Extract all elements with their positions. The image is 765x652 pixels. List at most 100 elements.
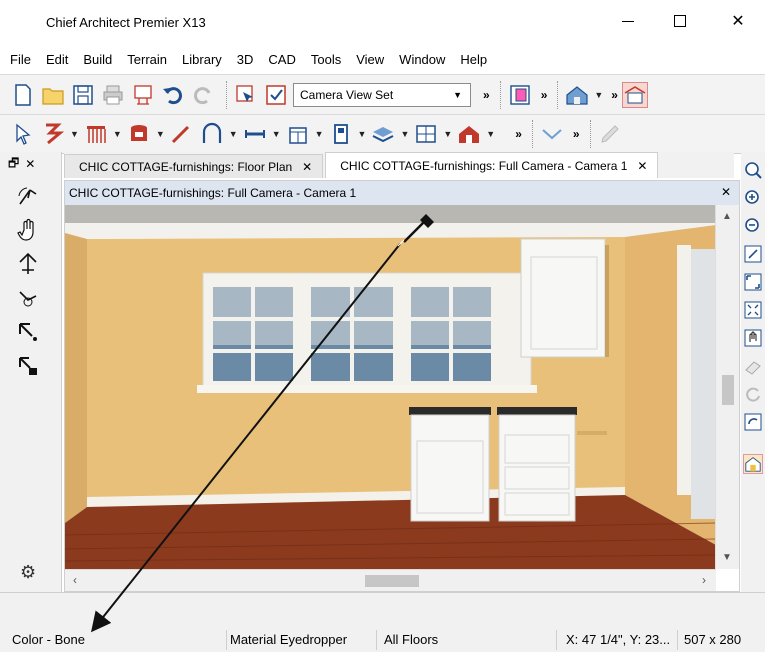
close-window-button[interactable]: ✕ — [718, 8, 758, 34]
scroll-thumb[interactable] — [365, 575, 419, 587]
undo-icon[interactable] — [160, 82, 186, 108]
tab-floor-plan[interactable]: CHIC COTTAGE-furnishings: Floor Plan ✕ — [64, 154, 324, 178]
menu-library[interactable]: Library — [182, 52, 222, 67]
toolbar-overflow-icon[interactable]: » — [611, 88, 618, 102]
door-frame — [677, 245, 691, 495]
menu-cad[interactable]: CAD — [268, 52, 295, 67]
base-cabinet-right — [498, 414, 576, 522]
tab-close-icon[interactable]: ✕ — [302, 160, 312, 174]
cabinet-icon[interactable] — [285, 121, 311, 147]
walkthrough-icon[interactable] — [14, 318, 42, 346]
railing-tool-icon[interactable] — [83, 121, 109, 147]
chevron-down-icon[interactable]: ▼ — [272, 129, 281, 139]
record-walkthrough-icon[interactable] — [14, 352, 42, 380]
chevron-down-icon[interactable]: ▼ — [358, 129, 367, 139]
save-icon[interactable] — [70, 82, 96, 108]
chevron-down-icon[interactable]: ▼ — [443, 129, 452, 139]
chevron-down-icon[interactable]: ▼ — [594, 90, 603, 100]
chevron-down-icon[interactable]: ▼ — [113, 129, 122, 139]
reference-display-icon[interactable] — [743, 454, 763, 474]
house-material-icon[interactable] — [456, 121, 482, 147]
select-objects-icon[interactable] — [233, 82, 259, 108]
undo-zoom-icon[interactable] — [743, 244, 763, 264]
tab-close-icon[interactable]: ✕ — [637, 159, 647, 173]
pan-hand-icon[interactable] — [14, 216, 42, 244]
chevron-down-icon[interactable]: ▼ — [315, 129, 324, 139]
fill-window-building-icon[interactable] — [743, 300, 763, 320]
scroll-right-icon[interactable]: › — [702, 573, 706, 587]
scroll-down-icon[interactable]: ▼ — [722, 552, 732, 563]
menu-help[interactable]: Help — [460, 52, 487, 67]
pointer-icon[interactable] — [10, 121, 36, 147]
camera-view-set-select[interactable]: Camera View Set ▼ — [293, 82, 471, 107]
toolbar-overflow-icon[interactable]: » — [573, 127, 580, 141]
checkbox-tool-icon[interactable] — [263, 82, 289, 108]
horizontal-scrollbar[interactable]: ‹ › — [65, 569, 716, 591]
zoom-icon[interactable] — [743, 160, 763, 180]
minimize-icon — [622, 20, 634, 22]
move-camera-icon[interactable] — [14, 250, 42, 278]
minimize-button[interactable] — [608, 8, 648, 34]
vertical-scrollbar[interactable]: ▲ ▼ — [715, 205, 739, 569]
tool-palette: 🗗 ✕ ⚙ — [0, 152, 62, 592]
chevron-down-icon[interactable]: ▼ — [400, 129, 409, 139]
fill-window-icon[interactable] — [743, 272, 763, 292]
toolbar-overflow-icon[interactable]: » — [515, 127, 522, 141]
close-icon[interactable]: ✕ — [25, 157, 35, 171]
menu-window[interactable]: Window — [399, 52, 445, 67]
gear-icon[interactable]: ⚙ — [20, 562, 36, 583]
scroll-left-icon[interactable]: ‹ — [73, 573, 77, 587]
window-tool-icon[interactable] — [413, 121, 439, 147]
menu-file[interactable]: File — [10, 52, 31, 67]
roof-layers-icon[interactable] — [370, 121, 396, 147]
chevron-down-icon[interactable]: ▼ — [486, 129, 495, 139]
stairs-icon[interactable] — [169, 121, 195, 147]
scroll-thumb[interactable] — [722, 375, 734, 405]
menu-edit[interactable]: Edit — [46, 52, 68, 67]
document-tabs: CHIC COTTAGE-furnishings: Floor Plan ✕ C… — [64, 152, 734, 178]
arch-door-icon[interactable] — [199, 121, 225, 147]
maximize-button[interactable] — [660, 8, 700, 34]
print-preview-icon[interactable] — [130, 82, 156, 108]
menu-build[interactable]: Build — [83, 52, 112, 67]
new-file-icon[interactable] — [10, 82, 36, 108]
chevron-down-icon[interactable]: ▼ — [70, 129, 79, 139]
menu-3d[interactable]: 3D — [237, 52, 254, 67]
pin-icon[interactable]: 🗗 — [8, 154, 19, 175]
toolbar-overflow-icon[interactable]: » — [483, 88, 490, 102]
zoom-in-icon[interactable] — [743, 188, 763, 208]
pan-window-icon[interactable] — [743, 328, 763, 348]
scroll-up-icon[interactable]: ▲ — [722, 211, 732, 222]
3d-viewport[interactable] — [65, 205, 716, 569]
cabinet-barrel-icon[interactable] — [126, 121, 152, 147]
open-folder-icon[interactable] — [40, 82, 66, 108]
tilt-camera-icon[interactable] — [14, 284, 42, 312]
status-view-size: 507 x 280 — [684, 632, 742, 647]
window-layout-icon[interactable] — [621, 81, 648, 108]
chevron-down-icon[interactable]: ▼ — [156, 129, 165, 139]
pencil-icon[interactable] — [597, 121, 623, 147]
wall-tool-icon[interactable] — [40, 121, 66, 147]
view-toolbar — [741, 152, 765, 592]
rotate-view-icon[interactable] — [743, 412, 763, 432]
crown-molding — [65, 223, 716, 239]
zoom-out-icon[interactable] — [743, 216, 763, 236]
camera-orbit-icon[interactable] — [14, 182, 42, 210]
dimension-icon[interactable] — [242, 121, 268, 147]
toolbar-overflow-icon[interactable]: » — [541, 88, 548, 102]
menu-terrain[interactable]: Terrain — [127, 52, 167, 67]
menu-tools[interactable]: Tools — [311, 52, 341, 67]
redo-icon[interactable] — [190, 82, 216, 108]
refresh-icon[interactable] — [743, 384, 763, 404]
print-icon[interactable] — [100, 82, 126, 108]
layout-page-icon[interactable] — [507, 82, 533, 108]
tab-full-camera[interactable]: CHIC COTTAGE-furnishings: Full Camera - … — [325, 152, 659, 178]
menu-view[interactable]: View — [356, 52, 384, 67]
3d-house-icon[interactable] — [564, 82, 590, 108]
eraser-icon[interactable] — [743, 356, 763, 376]
toolbar-separator — [557, 80, 559, 109]
chevron-down-icon[interactable]: ▼ — [229, 129, 238, 139]
view-chevron-icon[interactable] — [539, 121, 565, 147]
document-close-icon[interactable]: ✕ — [721, 185, 731, 199]
door-icon[interactable] — [328, 121, 354, 147]
